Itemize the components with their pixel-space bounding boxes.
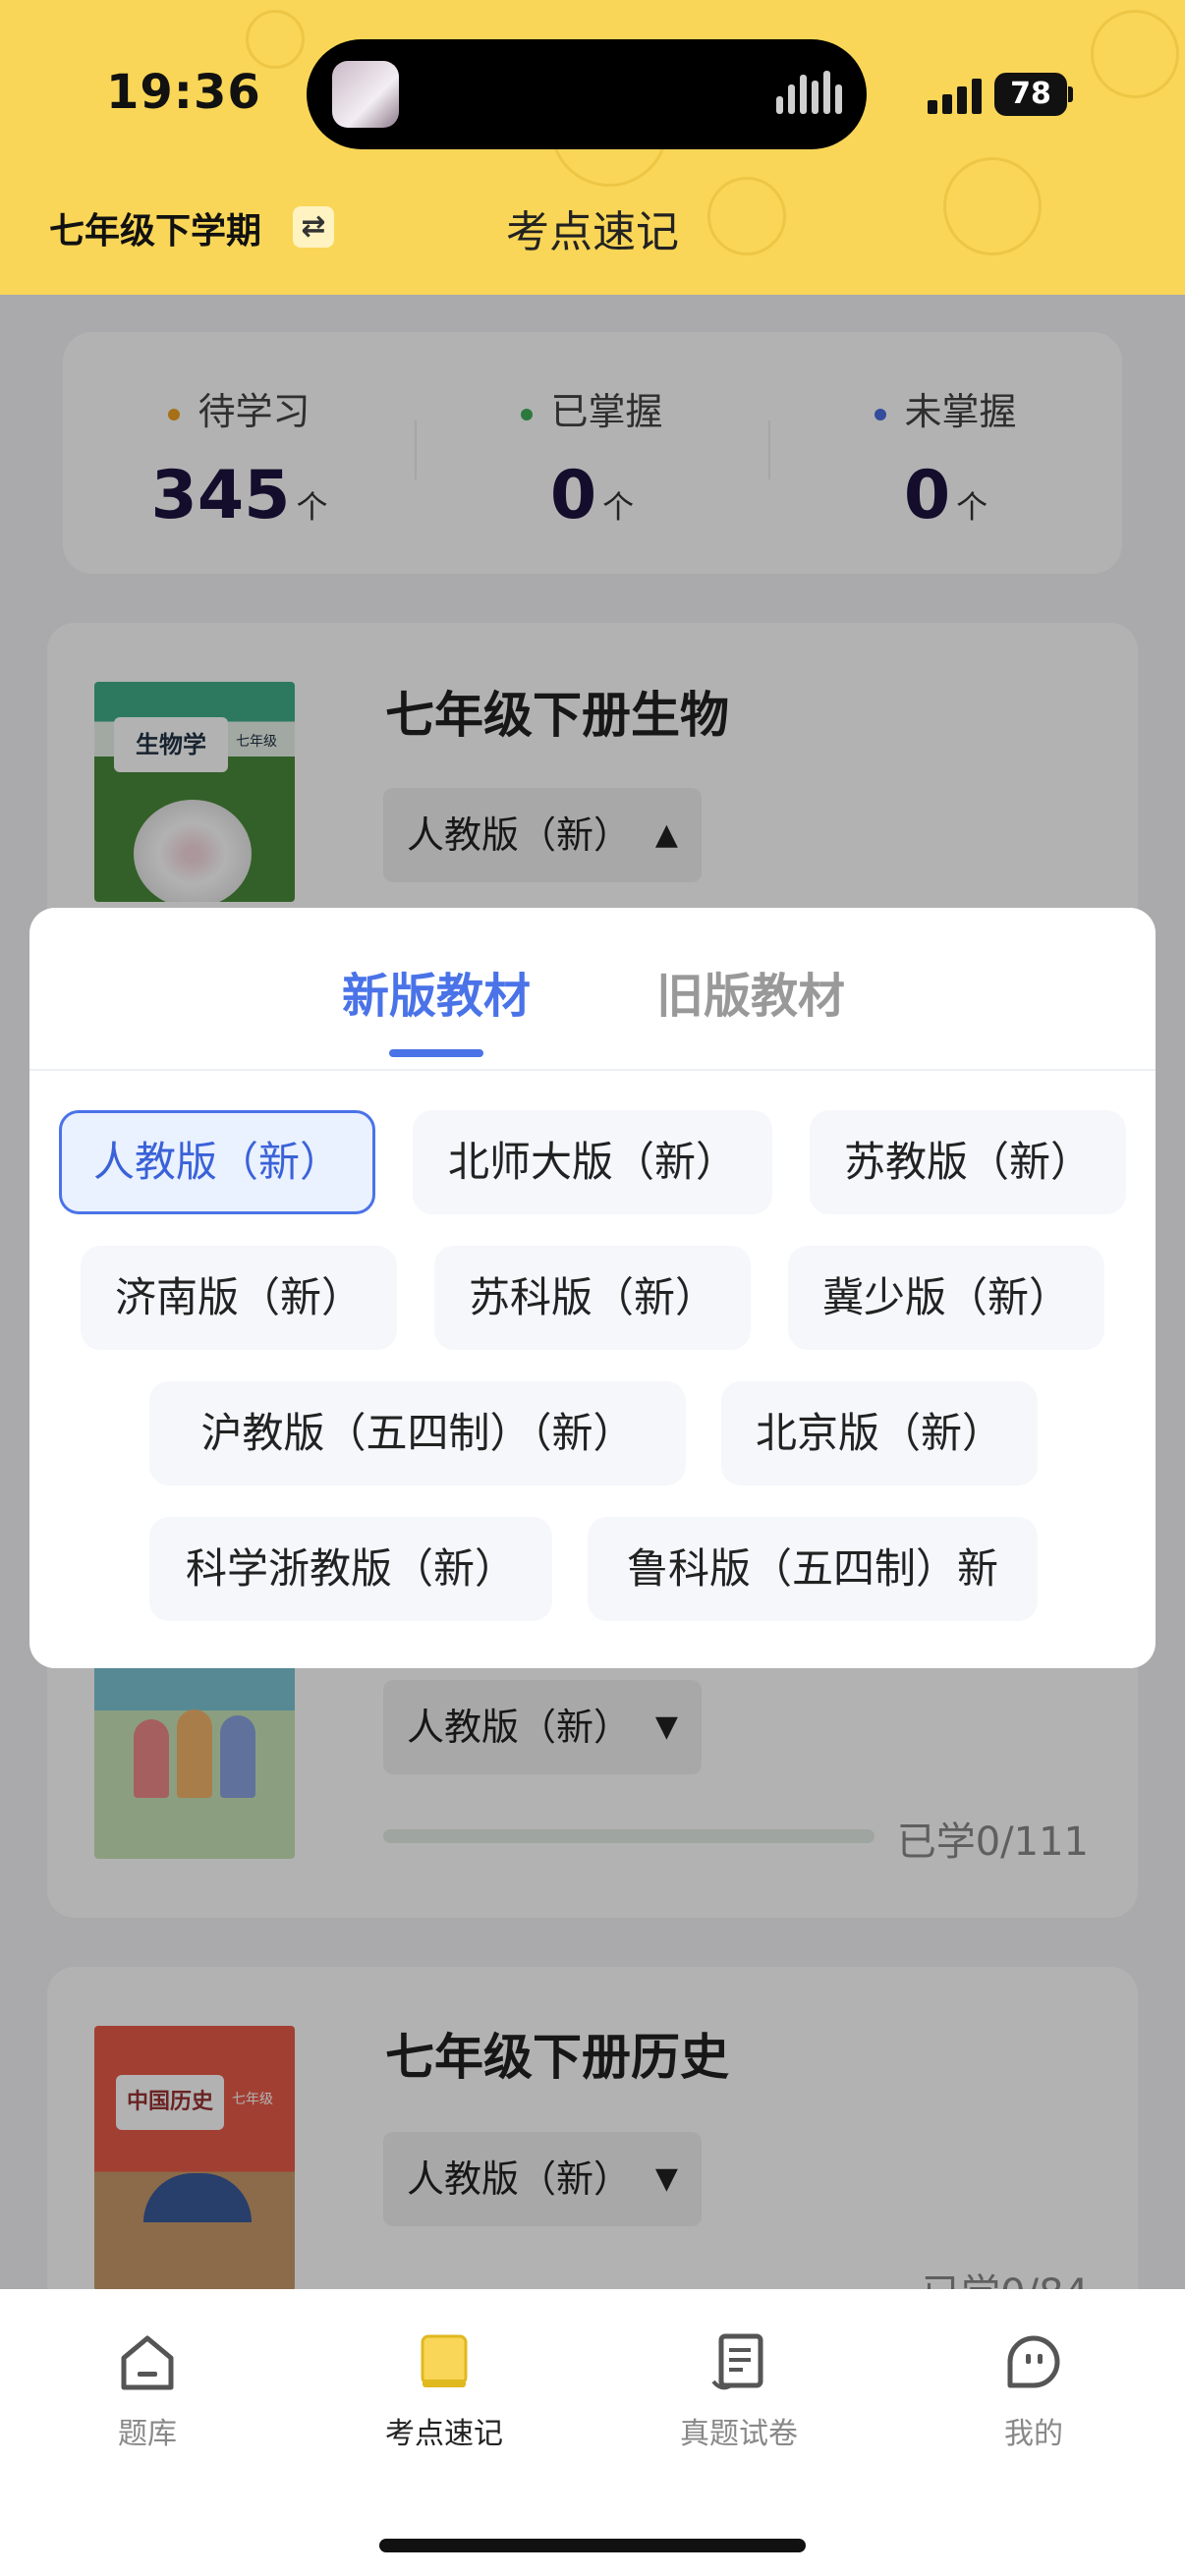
audio-wave-bar: [823, 71, 830, 114]
header-doodle: [1091, 10, 1179, 98]
now-playing-artwork: [332, 61, 399, 128]
page-title: 考点速记: [506, 207, 679, 257]
tab-question-bank[interactable]: 题库: [49, 2330, 246, 2452]
edition-option[interactable]: 科学浙教版（新）: [149, 1517, 552, 1621]
dynamic-island: [307, 39, 867, 149]
home-indicator[interactable]: [379, 2539, 806, 2552]
active-tab-indicator: [389, 1049, 483, 1057]
paper-icon: [707, 2330, 770, 2393]
edition-picker-popup: 新版教材 旧版教材 人教版（新） 北师大版（新） 苏教版（新） 济南版（新） 苏…: [29, 908, 1156, 1668]
tab-label: 考点速记: [385, 2417, 503, 2451]
header-doodle: [246, 10, 305, 69]
audio-wave-bar: [835, 84, 842, 114]
edition-option[interactable]: 济南版（新）: [81, 1246, 397, 1350]
edition-option[interactable]: 苏科版（新）: [434, 1246, 751, 1350]
profile-face-icon: [1002, 2330, 1065, 2393]
edition-option[interactable]: 冀少版（新）: [788, 1246, 1104, 1350]
status-time: 19:36: [106, 65, 261, 120]
tab-label: 真题试卷: [680, 2417, 798, 2451]
edition-option[interactable]: 鲁科版（五四制）新: [588, 1517, 1038, 1621]
tab-mine[interactable]: 我的: [935, 2330, 1132, 2452]
cellular-signal-icon: [928, 79, 983, 114]
edition-option[interactable]: 北师大版（新）: [413, 1110, 772, 1214]
audio-wave-bar: [812, 81, 818, 114]
battery-icon: 78: [994, 73, 1067, 116]
bottom-tab-bar: 题库 考点速记 真题试卷 我的: [0, 2289, 1185, 2576]
audio-wave-bar: [800, 75, 807, 114]
battery-tip: [1068, 86, 1073, 102]
audio-wave-bar: [788, 84, 795, 114]
edition-option[interactable]: 沪教版（五四制）（新）: [149, 1381, 686, 1485]
edition-option[interactable]: 苏教版（新）: [810, 1110, 1126, 1214]
tab-label: 题库: [118, 2417, 177, 2451]
edition-option[interactable]: 人教版（新）: [59, 1110, 375, 1214]
tab-old-edition[interactable]: 旧版教材: [656, 957, 845, 1026]
tab-key-points[interactable]: 考点速记: [346, 2330, 542, 2452]
popup-divider: [29, 1069, 1156, 1071]
home-icon: [116, 2330, 179, 2393]
audio-wave-bar: [776, 96, 783, 114]
tab-past-papers[interactable]: 真题试卷: [641, 2330, 837, 2452]
edition-option[interactable]: 北京版（新）: [721, 1381, 1038, 1485]
book-icon: [413, 2330, 476, 2393]
tab-new-edition[interactable]: 新版教材: [342, 957, 531, 1026]
tab-label: 我的: [1004, 2417, 1063, 2451]
